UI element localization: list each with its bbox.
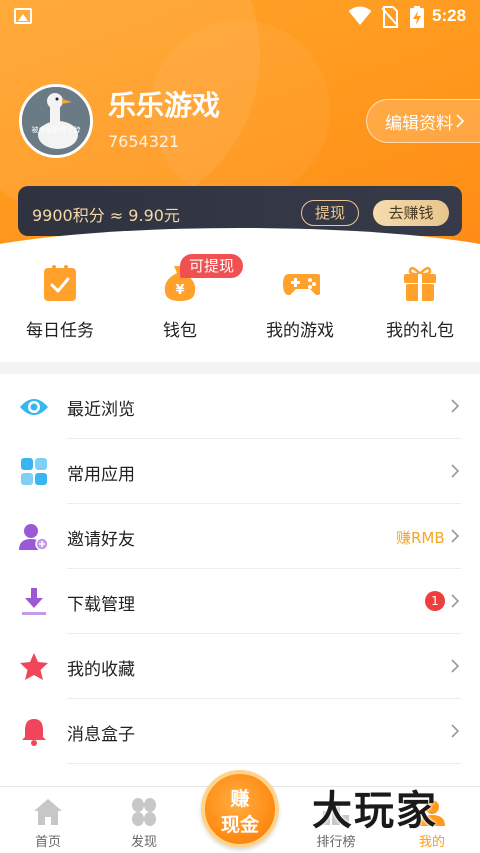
edit-profile-button[interactable]: 编辑资料 <box>366 99 480 143</box>
earn-cash-label-line2: 现金 <box>220 814 259 836</box>
tab-discover[interactable]: 发现 <box>96 787 192 853</box>
tab-label: 发现 <box>130 835 157 850</box>
menu-item-label: 常用应用 <box>67 465 135 485</box>
quick-actions: 每日任务 ¥ 钱包 可提现 我的游戏 我的礼包 <box>0 250 480 362</box>
add-user-icon <box>19 524 49 551</box>
menu-item-apps[interactable]: 常用应用 <box>0 439 480 504</box>
chevron-right-icon <box>451 399 460 413</box>
menu-item-label: 最近浏览 <box>67 400 135 420</box>
watermark-logo: 大玩家 <box>312 788 438 834</box>
gallery-icon <box>14 8 32 24</box>
avatar[interactable]: 被命运扼住了脖 <box>19 84 93 158</box>
gamepad-icon <box>283 274 320 296</box>
earn-cash-button[interactable]: 赚 现金 <box>201 770 279 848</box>
battery-charging-icon <box>410 6 424 28</box>
edit-profile-label: 编辑资料 <box>385 113 453 134</box>
avatar-caption: 被命运扼住了脖 <box>31 126 81 134</box>
tab-label: 首页 <box>34 835 61 850</box>
no-sim-icon <box>381 6 399 28</box>
wifi-icon <box>348 6 372 25</box>
star-icon <box>20 653 48 680</box>
menu-item-recent[interactable]: 最近浏览 <box>0 374 480 439</box>
eye-icon <box>20 399 48 415</box>
menu-item-favorites[interactable]: 我的收藏 <box>0 634 480 699</box>
status-bar: 5:28 <box>0 0 480 34</box>
bell-icon <box>22 719 46 746</box>
profile-header: 5:28 被命运扼住了脖 乐乐游戏 7654321 编辑资料 9900积分 ≈ … <box>0 0 480 270</box>
quick-action-label: 钱包 <box>163 321 197 341</box>
download-icon <box>22 588 46 615</box>
download-count-badge: 1 <box>425 591 445 611</box>
menu-list: 最近浏览 常用应用 邀请好友 赚RMB 下载管理 1 我的收藏 消息盒子 <box>0 374 480 786</box>
tab-home[interactable]: 首页 <box>0 787 96 853</box>
quick-action-daily-tasks[interactable]: 每日任务 <box>0 250 120 362</box>
home-icon <box>34 799 62 825</box>
quick-action-label: 每日任务 <box>26 321 94 341</box>
quick-action-label: 我的游戏 <box>266 321 334 341</box>
menu-item-label: 下载管理 <box>67 595 135 615</box>
menu-item-invite[interactable]: 邀请好友 赚RMB <box>0 504 480 569</box>
menu-item-downloads[interactable]: 下载管理 1 <box>0 569 480 634</box>
quick-action-label: 我的礼包 <box>386 321 454 341</box>
points-summary: 9900积分 ≈ 9.90元 <box>32 206 180 225</box>
menu-item-label: 我的收藏 <box>67 660 135 680</box>
withdraw-button[interactable]: 提现 <box>301 200 359 226</box>
gift-icon <box>404 266 436 301</box>
chevron-right-icon <box>451 724 460 738</box>
earn-money-button[interactable]: 去赚钱 <box>373 200 449 226</box>
chevron-right-icon <box>451 659 460 673</box>
divider <box>67 763 461 764</box>
withdrawable-badge: 可提现 <box>180 254 244 278</box>
goose-avatar-image <box>22 87 90 155</box>
chevron-right-icon <box>456 114 465 128</box>
quick-action-my-gifts[interactable]: 我的礼包 <box>360 250 480 362</box>
chevron-right-icon <box>451 594 460 608</box>
status-time: 5:28 <box>432 6 467 25</box>
svg-text:¥: ¥ <box>175 283 184 298</box>
earn-cash-label-line1: 赚 <box>230 788 250 810</box>
clipboard-check-icon <box>44 265 76 301</box>
username: 乐乐游戏 <box>108 89 221 122</box>
earn-rmb-hint: 赚RMB <box>396 529 445 547</box>
menu-item-messages[interactable]: 消息盒子 <box>0 699 480 764</box>
chevron-right-icon <box>451 529 460 543</box>
discover-icon <box>132 798 156 826</box>
quick-action-my-games[interactable]: 我的游戏 <box>240 250 360 362</box>
menu-item-label: 消息盒子 <box>67 725 135 745</box>
menu-item-label: 邀请好友 <box>67 530 135 550</box>
chevron-right-icon <box>451 464 460 478</box>
user-id: 7654321 <box>108 132 180 151</box>
apps-grid-icon <box>21 458 47 485</box>
